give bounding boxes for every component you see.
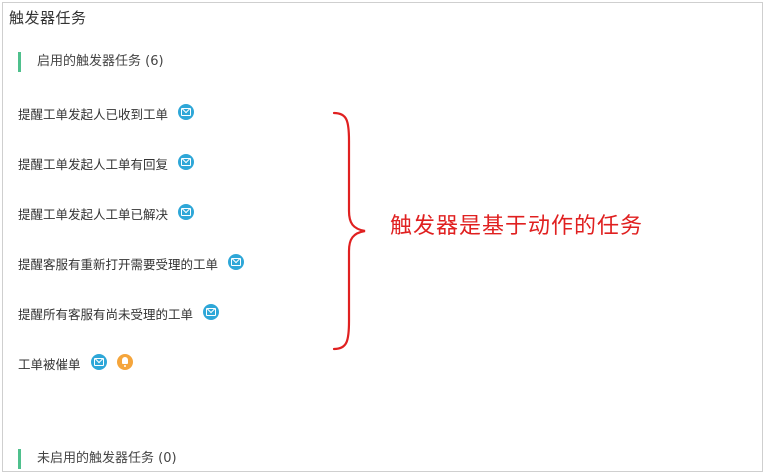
task-item-replied[interactable]: 提醒工单发起人工单有回复 — [18, 154, 204, 175]
task-item-unaccepted[interactable]: 提醒所有客服有尚未受理的工单 — [18, 304, 229, 325]
task-label: 工单被催单 — [18, 357, 81, 372]
curly-brace-annotation — [332, 111, 366, 351]
task-item-received[interactable]: 提醒工单发起人已收到工单 — [18, 104, 204, 125]
panel-title: 触发器任务 — [9, 9, 87, 27]
mail-icon — [178, 154, 195, 170]
annotation-text: 触发器是基于动作的任务 — [390, 214, 644, 239]
disabled-triggers-header[interactable]: 未启用的触发器任务 (0) — [18, 449, 177, 469]
enabled-triggers-header[interactable]: 启用的触发器任务 (6) — [18, 52, 164, 72]
task-item-reopened[interactable]: 提醒客服有重新打开需要受理的工单 — [18, 254, 254, 275]
bell-icon — [116, 354, 133, 370]
task-label: 提醒工单发起人已收到工单 — [18, 107, 169, 122]
mail-icon — [178, 204, 195, 220]
mail-icon — [203, 304, 220, 320]
task-item-urged[interactable]: 工单被催单 — [18, 354, 133, 375]
mail-icon — [178, 104, 195, 120]
task-item-resolved[interactable]: 提醒工单发起人工单已解决 — [18, 204, 204, 225]
trigger-tasks-panel: 触发器任务 启用的触发器任务 (6) 提醒工单发起人已收到工单 提醒工单发起人工… — [2, 2, 763, 472]
task-label: 提醒所有客服有尚未受理的工单 — [18, 307, 194, 322]
mail-icon — [228, 254, 245, 270]
task-label: 提醒客服有重新打开需要受理的工单 — [18, 257, 219, 272]
task-label: 提醒工单发起人工单已解决 — [18, 207, 169, 222]
task-label: 提醒工单发起人工单有回复 — [18, 157, 169, 172]
mail-icon — [90, 354, 107, 370]
